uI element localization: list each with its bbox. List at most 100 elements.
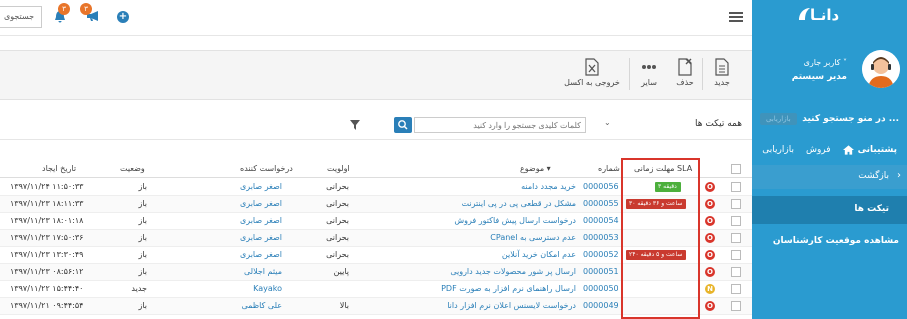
filter-icon[interactable] [350, 120, 360, 130]
open-status-icon: O [705, 267, 715, 277]
user-role[interactable]: کاربر جاری ˅ [804, 58, 847, 67]
home-icon [842, 145, 854, 155]
row-checkbox[interactable] [731, 233, 741, 243]
ticket-status: باز [138, 182, 147, 191]
new-label: جدید [714, 78, 730, 87]
toolbar-divider [702, 58, 703, 90]
ticket-status: باز [138, 199, 147, 208]
col-created[interactable]: تاریخ ایجاد [42, 164, 76, 173]
row-checkbox[interactable] [731, 216, 741, 226]
keyword-search-input[interactable] [414, 117, 586, 133]
delete-button[interactable]: حذف [672, 58, 698, 87]
app-logo[interactable]: دانـا [810, 6, 839, 24]
sidebar-search-label: در منو جستجو کنید ... [802, 114, 899, 124]
add-icon[interactable]: + [117, 11, 129, 23]
sidebar-tabs: پشتیبانی فروش بازاریابی [752, 140, 907, 160]
search-icon [398, 120, 408, 130]
toolbar-divider [629, 58, 630, 90]
col-status[interactable]: وضعیت [120, 164, 145, 173]
avatar[interactable] [862, 50, 900, 88]
sidebar-menu-search[interactable]: در منو جستجو کنید ... بازاریابی [752, 110, 907, 130]
ticket-priority: بحرانی [326, 233, 349, 242]
sidebar-tab-marketing-label: بازاریابی [762, 145, 794, 155]
top-search-input[interactable]: جستجوی [0, 6, 42, 28]
ticket-status: باز [138, 233, 147, 242]
ticket-subject-link[interactable]: ارسال پر شور محصولات جدید دارویی [450, 267, 576, 276]
col-subject-label: موضوع [520, 164, 545, 173]
ticket-priority: بالا [339, 301, 349, 310]
ticket-created-date: ۱۳۹۷/۱۱/۲۴ ۱۱:۵۰:۳۳ [10, 182, 84, 191]
ticket-number-link[interactable]: 0000053 [583, 233, 619, 242]
ticket-requester-link[interactable]: علی کاظمی [241, 301, 282, 310]
ticket-status: باز [138, 250, 147, 259]
col-subject[interactable]: موضوع ▾ [520, 164, 551, 173]
new-button[interactable]: جدید [708, 58, 736, 87]
sidebar-back-label: بازگشت [858, 171, 889, 181]
delete-label: حذف [676, 78, 694, 87]
row-checkbox[interactable] [731, 301, 741, 311]
delete-document-icon [678, 58, 692, 76]
chevron-down-icon[interactable]: ⌄ [604, 118, 611, 127]
ticket-requester-link[interactable]: اصغر صابری [240, 233, 282, 242]
other-button[interactable]: سایر [636, 58, 662, 87]
ticket-subject-link[interactable]: ارسال راهنمای نرم افزار به صورت PDF [441, 284, 576, 293]
ticket-requester-link[interactable]: اصغر صابری [240, 216, 282, 225]
top-bar [0, 0, 752, 36]
row-checkbox[interactable] [731, 199, 741, 209]
ticket-requester-link[interactable]: میثم اجلالی [244, 267, 282, 276]
ticket-number-link[interactable]: 0000055 [583, 199, 619, 208]
col-requester[interactable]: درخواست کننده [240, 164, 293, 173]
row-checkbox[interactable] [731, 284, 741, 294]
row-checkbox[interactable] [731, 267, 741, 277]
ticket-priority: بحرانی [326, 250, 349, 259]
ticket-requester-link[interactable]: اصغر صابری [240, 182, 282, 191]
ticket-subject-link[interactable]: درخواست لایسنس اعلان نرم افزار دانا [447, 301, 576, 310]
megaphone-badge: ۳ [80, 3, 92, 15]
ticket-subject-link[interactable]: مشکل در قطعی پی در پی اینترنت [462, 199, 576, 208]
col-priority[interactable]: اولویت [327, 164, 350, 173]
ticket-number-link[interactable]: 0000051 [583, 267, 619, 276]
ticket-number-link[interactable]: 0000056 [583, 182, 619, 191]
ticket-subject-link[interactable]: خرید مجدد دامنه [521, 182, 576, 191]
sidebar-tab-support-label: پشتیبانی [857, 145, 897, 155]
ticket-created-date: ۱۳۹۷/۱۱/۲۳ ۱۷:۵۰:۳۶ [10, 233, 84, 242]
bell-badge: ۳ [58, 3, 70, 15]
ticket-subject-link[interactable]: درخواست ارسال پیش فاکتور فروش [454, 216, 576, 225]
row-checkbox[interactable] [731, 182, 741, 192]
sidebar-tab-sales[interactable]: فروش [800, 145, 837, 155]
ticket-number-link[interactable]: 0000049 [583, 301, 619, 310]
sidebar-tab-support[interactable]: پشتیبانی [837, 145, 903, 155]
sidebar-item-tickets[interactable]: تیکت ها [752, 196, 907, 224]
view-selector[interactable]: همه تیکت ها [695, 119, 742, 129]
sidebar-tab-marketing[interactable]: بازاریابی [756, 145, 800, 155]
ticket-number-link[interactable]: 0000052 [583, 250, 619, 259]
ticket-subject-link[interactable]: عدم دسترسی به CPanel [490, 233, 576, 242]
row-checkbox[interactable] [731, 250, 741, 260]
ticket-requester-link[interactable]: Kayako [253, 284, 282, 293]
ticket-created-date: ۱۳۹۷/۱۱/۲۲ ۱۵:۴۴:۴۰ [10, 284, 84, 293]
ticket-status: باز [138, 301, 147, 310]
ticket-requester-link[interactable]: اصغر صابری [240, 199, 282, 208]
chevron-right-icon: › [897, 170, 901, 181]
col-number[interactable]: شماره [598, 164, 620, 173]
sidebar-back[interactable]: › بازگشت [752, 165, 907, 189]
excel-export-button[interactable]: خروجی به اکسل [560, 58, 624, 87]
ticket-requester-link[interactable]: اصغر صابری [240, 250, 282, 259]
sidebar-item-agents[interactable]: مشاهده موقعیت کارشناسان [773, 236, 899, 246]
ticket-created-date: ۱۳۹۷/۱۱/۲۳ ۰۸:۵۶:۱۲ [10, 267, 84, 276]
ticket-created-date: ۱۳۹۷/۱۱/۲۳ ۱۸:۰۱:۱۸ [10, 216, 84, 225]
ticket-subject-link[interactable]: عدم امکان خرید آنلاین [502, 250, 576, 259]
ticket-priority: بحرانی [326, 216, 349, 225]
excel-file-icon [585, 58, 599, 76]
open-status-icon: O [705, 250, 715, 260]
filter-bar [0, 110, 752, 140]
keyword-search-button[interactable] [394, 117, 412, 133]
open-status-icon: O [705, 301, 715, 311]
ticket-number-link[interactable]: 0000054 [583, 216, 619, 225]
ticket-status: باز [138, 216, 147, 225]
sidebar-tab-sales-label: فروش [805, 145, 831, 155]
hamburger-icon[interactable] [729, 12, 743, 23]
select-all-checkbox[interactable] [731, 164, 741, 174]
ticket-number-link[interactable]: 0000050 [583, 284, 619, 293]
logo-icon [799, 8, 810, 20]
